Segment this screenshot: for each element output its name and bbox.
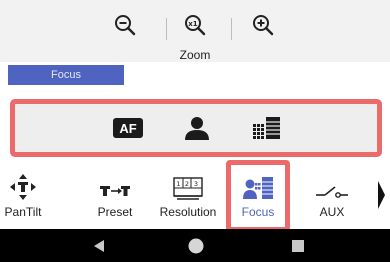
zoom-out-icon bbox=[115, 15, 136, 36]
tool-focus[interactable]: Focus bbox=[226, 160, 290, 232]
svg-text:1: 1 bbox=[176, 180, 180, 188]
tool-label: Focus bbox=[241, 205, 275, 219]
aux-switch-icon bbox=[316, 186, 348, 198]
svg-text:x1: x1 bbox=[188, 20, 198, 28]
back-triangle-icon bbox=[94, 240, 104, 252]
focus-icon bbox=[243, 177, 273, 199]
nav-recents-button[interactable] bbox=[285, 233, 311, 259]
zoom-x1-icon: x1 bbox=[185, 15, 206, 36]
autofocus-icon: AF bbox=[113, 118, 143, 138]
divider bbox=[166, 18, 167, 40]
tool-label: AUX bbox=[319, 205, 345, 219]
tool-label: PanTilt bbox=[4, 205, 42, 219]
tool-aux[interactable]: AUX bbox=[312, 165, 352, 225]
zoom-label: Zoom bbox=[179, 48, 211, 62]
svg-text:2: 2 bbox=[185, 180, 189, 188]
tool-label: Preset bbox=[97, 205, 133, 219]
section-bar: Focus bbox=[0, 65, 390, 85]
home-circle-icon bbox=[188, 238, 204, 254]
tab-focus[interactable]: Focus bbox=[8, 65, 124, 85]
svg-text:3: 3 bbox=[194, 180, 198, 188]
system-nav-bar bbox=[0, 229, 390, 262]
focus-mode-bar: AF bbox=[10, 99, 382, 157]
autofocus-button[interactable]: AF bbox=[111, 114, 145, 142]
zoom-reset-button[interactable]: x1 bbox=[180, 10, 210, 40]
nav-back-button[interactable] bbox=[86, 233, 112, 259]
tool-label: Resolution bbox=[159, 205, 217, 219]
toolbar-more-button[interactable] bbox=[372, 175, 390, 215]
resolution-icon: 1 2 3 bbox=[173, 177, 203, 200]
zoom-in-button[interactable] bbox=[248, 10, 278, 40]
zoom-out-button[interactable] bbox=[110, 10, 140, 40]
face-focus-button[interactable] bbox=[180, 114, 214, 142]
pan-tilt-icon bbox=[10, 174, 36, 200]
preset-icon bbox=[100, 186, 130, 196]
zoom-bar: x1 Zoom bbox=[0, 0, 390, 62]
bottom-toolbar: PanTilt Preset 1 2 3 Resolution Focus AU… bbox=[0, 160, 390, 232]
person-icon bbox=[185, 117, 209, 140]
tool-resolution[interactable]: 1 2 3 Resolution bbox=[156, 165, 220, 225]
focus-area-grid-icon bbox=[253, 117, 280, 139]
zoom-in-icon bbox=[253, 15, 274, 36]
chevron-right-icon bbox=[378, 181, 385, 209]
tool-preset[interactable]: Preset bbox=[92, 165, 138, 225]
tool-pantilt[interactable]: PanTilt bbox=[0, 165, 46, 225]
divider bbox=[231, 18, 232, 40]
area-focus-button[interactable] bbox=[250, 114, 284, 142]
nav-home-button[interactable] bbox=[183, 233, 209, 259]
recents-square-icon bbox=[292, 240, 304, 252]
